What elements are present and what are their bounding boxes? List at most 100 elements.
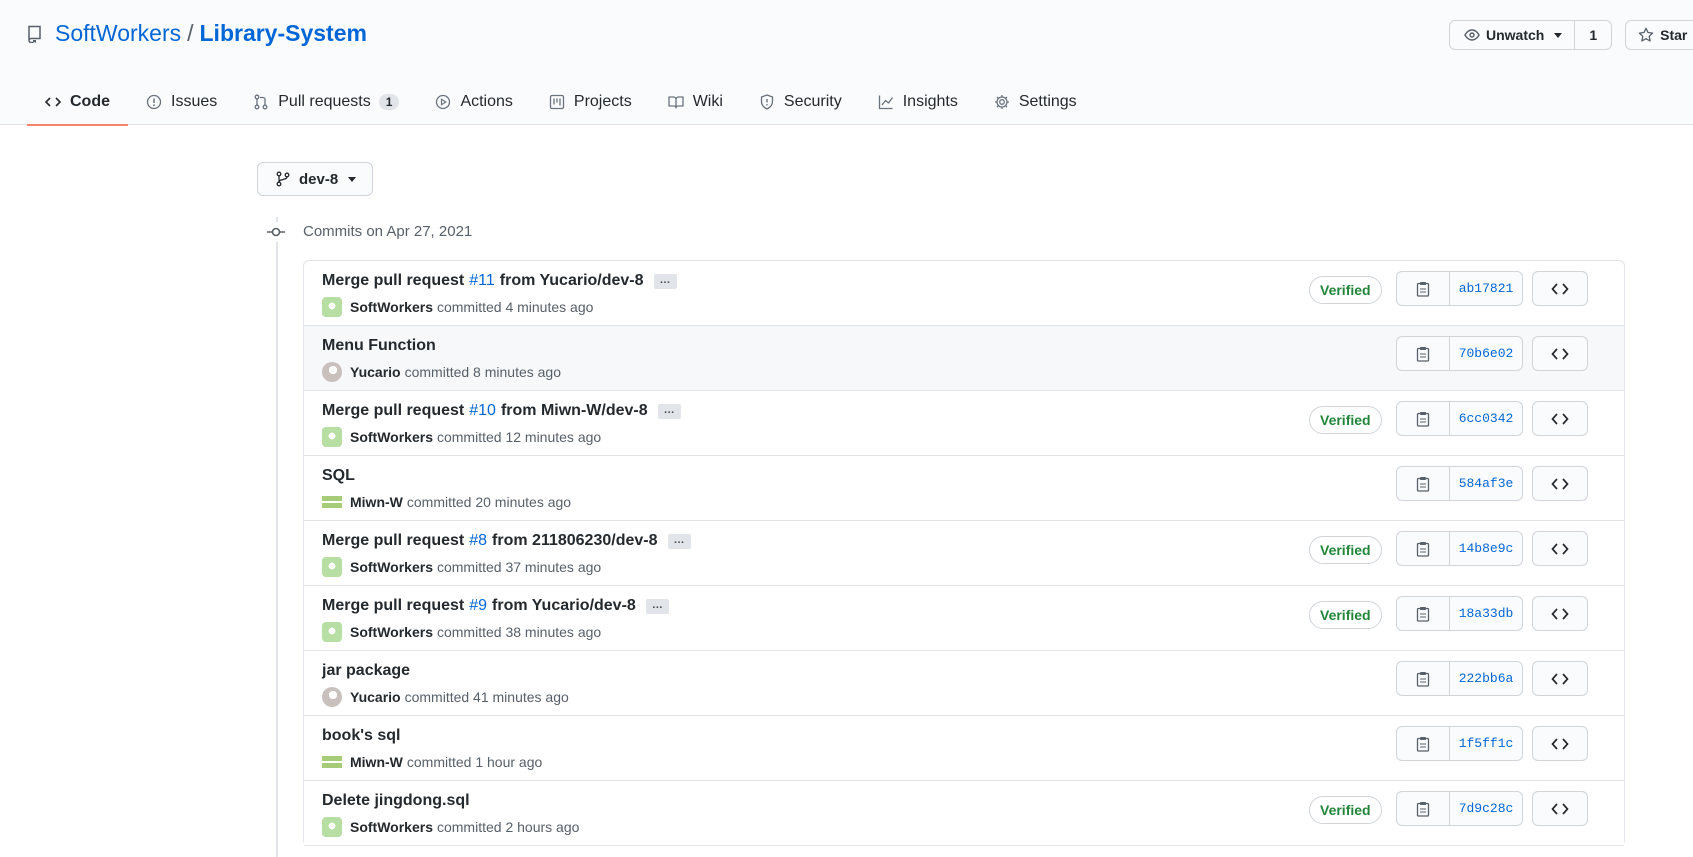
commit-message: Merge pull request #10 from Miwn-W/dev-8 …: [322, 402, 681, 420]
copy-sha-button[interactable]: [1396, 336, 1450, 371]
commit-sha-link[interactable]: 18a33db: [1450, 596, 1523, 631]
timeline-line: [276, 217, 278, 857]
clipboard-icon: [1416, 606, 1430, 622]
commit-row: Merge pull request #11 from Yucario/dev-8 ……: [304, 261, 1624, 326]
verified-badge[interactable]: Verified: [1309, 276, 1382, 304]
commit-author-link[interactable]: Miwn-W: [350, 754, 403, 770]
commit-message-link[interactable]: from 211806230/dev-8: [492, 532, 657, 550]
browse-repo-button[interactable]: [1532, 596, 1588, 631]
copy-sha-button[interactable]: [1396, 791, 1450, 826]
avatar[interactable]: [322, 362, 342, 382]
expand-message-button[interactable]: …: [653, 273, 677, 289]
unwatch-button[interactable]: Unwatch: [1449, 20, 1576, 50]
avatar[interactable]: [322, 492, 342, 512]
commit-message-link[interactable]: SQL: [322, 467, 355, 485]
book-icon: [668, 95, 684, 109]
commit-author-link[interactable]: Yucario: [350, 689, 401, 705]
commit-sha-link[interactable]: 222bb6a: [1450, 661, 1523, 696]
repo-name-link[interactable]: Library-System: [200, 20, 367, 47]
avatar[interactable]: [322, 557, 342, 577]
tab-projects[interactable]: Projects: [531, 78, 650, 125]
commit-message-link[interactable]: Merge pull request: [322, 532, 464, 550]
commit-sha-link[interactable]: 584af3e: [1450, 466, 1523, 501]
commit-message-link[interactable]: Menu Function: [322, 337, 436, 355]
avatar[interactable]: [322, 622, 342, 642]
tab-wiki[interactable]: Wiki: [650, 78, 741, 125]
commit-message-link[interactable]: from Yucario/dev-8: [492, 597, 636, 615]
commit-message-link[interactable]: from Yucario/dev-8: [500, 272, 644, 290]
copy-sha-button[interactable]: [1396, 726, 1450, 761]
copy-sha-button[interactable]: [1396, 661, 1450, 696]
tab-settings[interactable]: Settings: [976, 78, 1095, 125]
commit-meta: SoftWorkers committed 2 hours ago: [322, 817, 579, 837]
commit-sha-link[interactable]: 7d9c28c: [1450, 791, 1523, 826]
expand-message-button[interactable]: …: [645, 598, 669, 614]
avatar[interactable]: [322, 687, 342, 707]
browse-repo-button[interactable]: [1532, 791, 1588, 826]
expand-message-button[interactable]: …: [667, 533, 691, 549]
commit-author-link[interactable]: SoftWorkers: [350, 429, 433, 445]
unwatch-label: Unwatch: [1486, 27, 1545, 43]
commit-author-link[interactable]: SoftWorkers: [350, 819, 433, 835]
commit-author-link[interactable]: Yucario: [350, 364, 401, 380]
commit-sha-link[interactable]: 6cc0342: [1450, 401, 1523, 436]
browse-repo-button[interactable]: [1532, 661, 1588, 696]
tab-code[interactable]: Code: [27, 78, 128, 126]
branch-select-button[interactable]: dev-8: [257, 162, 374, 196]
watchers-count-link[interactable]: 1: [1575, 20, 1613, 50]
expand-message-button[interactable]: …: [657, 403, 681, 419]
gear-icon: [994, 94, 1009, 109]
commit-author-link[interactable]: SoftWorkers: [350, 559, 433, 575]
commit-sha-link[interactable]: 1f5ff1c: [1450, 726, 1523, 761]
commit-message-link[interactable]: Merge pull request: [322, 597, 464, 615]
avatar[interactable]: [322, 427, 342, 447]
commit-time: committed 41 minutes ago: [404, 689, 569, 705]
browse-repo-button[interactable]: [1532, 336, 1588, 371]
browse-repo-button[interactable]: [1532, 726, 1588, 761]
commit-list: Merge pull request #11 from Yucario/dev-8 ……: [303, 260, 1625, 846]
star-button[interactable]: Star: [1625, 20, 1693, 50]
tab-issues[interactable]: Issues: [128, 78, 235, 125]
verified-badge[interactable]: Verified: [1309, 796, 1382, 824]
commit-author-link[interactable]: Miwn-W: [350, 494, 403, 510]
commit-message-link[interactable]: from Miwn-W/dev-8: [501, 402, 648, 420]
tab-insights[interactable]: Insights: [860, 78, 976, 125]
browse-repo-button[interactable]: [1532, 466, 1588, 501]
repo-owner-link[interactable]: SoftWorkers: [55, 20, 181, 47]
copy-sha-button[interactable]: [1396, 466, 1450, 501]
browse-repo-button[interactable]: [1532, 401, 1588, 436]
commit-author-link[interactable]: SoftWorkers: [350, 624, 433, 640]
commit-message-link[interactable]: Merge pull request: [322, 272, 464, 290]
commit-message-link[interactable]: jar package: [322, 662, 410, 680]
commit-message-link[interactable]: book's sql: [322, 727, 400, 745]
pull-request-link[interactable]: #8: [469, 532, 487, 550]
commit-actions: ab17821: [1396, 271, 1588, 306]
pull-request-link[interactable]: #10: [469, 402, 496, 420]
copy-sha-button[interactable]: [1396, 271, 1450, 306]
browse-repo-button[interactable]: [1532, 271, 1588, 306]
tab-actions[interactable]: Actions: [417, 78, 530, 125]
verified-badge[interactable]: Verified: [1309, 536, 1382, 564]
avatar[interactable]: [322, 817, 342, 837]
tab-security[interactable]: Security: [741, 78, 860, 125]
commit-sha-link[interactable]: ab17821: [1450, 271, 1523, 306]
browse-repo-button[interactable]: [1532, 531, 1588, 566]
commit-message-link[interactable]: Delete jingdong.sql: [322, 792, 470, 810]
commit-sha-link[interactable]: 14b8e9c: [1450, 531, 1523, 566]
tab-pull-requests[interactable]: Pull requests 1: [235, 78, 417, 125]
issue-icon: [146, 94, 162, 109]
pull-request-link[interactable]: #11: [469, 272, 495, 290]
clipboard-icon: [1416, 736, 1430, 752]
avatar[interactable]: [322, 752, 342, 772]
pull-request-link[interactable]: #9: [469, 597, 487, 615]
verified-badge[interactable]: Verified: [1309, 601, 1382, 629]
commit-message-link[interactable]: Merge pull request: [322, 402, 464, 420]
copy-sha-button[interactable]: [1396, 531, 1450, 566]
copy-sha-button[interactable]: [1396, 401, 1450, 436]
commit-author-link[interactable]: SoftWorkers: [350, 299, 433, 315]
verified-badge[interactable]: Verified: [1309, 406, 1382, 434]
avatar[interactable]: [322, 297, 342, 317]
copy-sha-button[interactable]: [1396, 596, 1450, 631]
commit-sha-link[interactable]: 70b6e02: [1450, 336, 1523, 371]
commit-row: jar package Yucario committed 41 minutes a…: [304, 651, 1624, 716]
